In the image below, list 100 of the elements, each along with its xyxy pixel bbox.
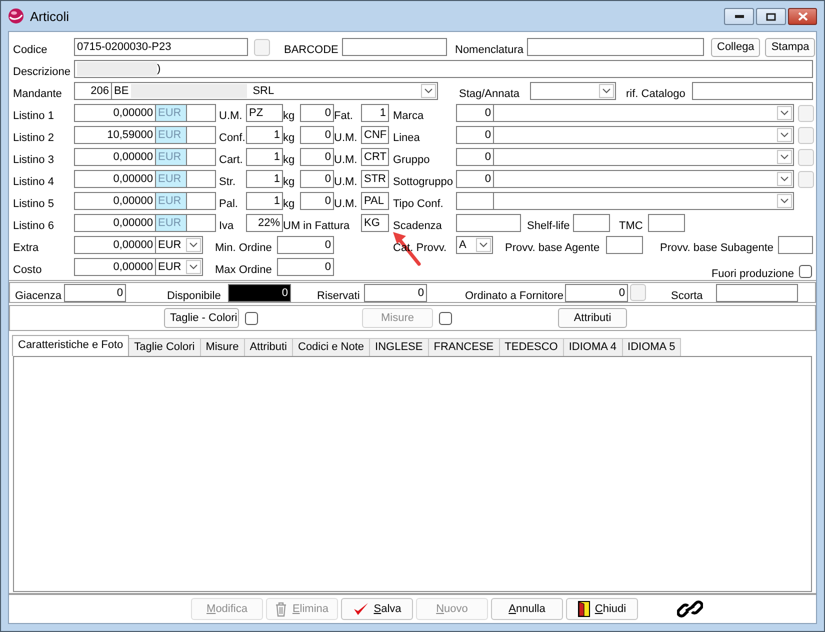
text-field[interactable] <box>187 126 216 144</box>
footer-button[interactable]: Salva <box>341 598 413 620</box>
field-label: Pal. <box>219 197 239 210</box>
text-field[interactable]: 0,00000 <box>74 214 156 232</box>
text-field[interactable]: 0 <box>277 258 334 276</box>
text-field[interactable]: ) <box>74 60 813 78</box>
section-button[interactable]: Taglie - Colori <box>164 308 239 328</box>
field-label: Gruppo <box>393 153 431 166</box>
tab[interactable]: IDIOMA 4 <box>562 338 623 356</box>
text-field[interactable]: 1 <box>246 148 283 166</box>
text-field[interactable]: 1 <box>361 104 389 122</box>
text-field[interactable] <box>778 236 813 254</box>
tab[interactable]: TEDESCO <box>498 338 564 356</box>
text-field[interactable]: 0 <box>565 284 628 302</box>
field-label: Sottogruppo <box>393 175 454 188</box>
tab[interactable]: Attributi <box>244 338 293 356</box>
text-field[interactable] <box>187 170 216 188</box>
text-field[interactable]: 0,00000 <box>74 236 156 254</box>
tab[interactable]: Caratteristiche e Foto <box>12 335 130 356</box>
tab[interactable]: FRANCESE <box>428 338 500 356</box>
text-field[interactable]: 0,00000 <box>74 104 156 122</box>
text-field[interactable]: 22% <box>246 214 283 232</box>
text-field[interactable]: 206 <box>74 82 112 100</box>
text-field[interactable]: PAL <box>361 192 389 210</box>
dropdown-field[interactable] <box>494 192 794 210</box>
dropdown-field[interactable]: EUR <box>156 236 203 254</box>
field-label: Fuori produzione <box>710 267 794 280</box>
field-label: Listino 4 <box>13 175 55 188</box>
text-field[interactable]: KG <box>361 214 389 232</box>
field-label: Str. <box>219 175 237 188</box>
text-field[interactable] <box>527 38 704 56</box>
checkbox[interactable] <box>245 312 258 324</box>
dropdown-field[interactable]: EUR <box>156 258 203 276</box>
text-field[interactable]: 0 <box>456 104 494 122</box>
text-field[interactable]: STR <box>361 170 389 188</box>
footer-button[interactable]: Chiudi <box>566 598 638 620</box>
text-field[interactable] <box>456 192 494 210</box>
text-field[interactable] <box>187 214 216 232</box>
text-field[interactable]: 0 <box>64 284 126 302</box>
tab[interactable]: IDIOMA 5 <box>622 338 682 356</box>
dropdown-field[interactable] <box>530 82 616 100</box>
text-field[interactable]: 0 <box>456 170 494 188</box>
field-label: Giacenza <box>15 288 62 302</box>
text-field[interactable] <box>456 214 521 232</box>
text-field[interactable] <box>187 192 216 210</box>
text-field[interactable]: 0,00000 <box>74 258 156 276</box>
app-logo-icon <box>8 8 24 24</box>
text-field[interactable]: PZ <box>246 104 283 122</box>
text-field[interactable] <box>187 104 216 122</box>
checkbox[interactable] <box>799 264 812 278</box>
tab[interactable]: INGLESE <box>369 338 429 356</box>
text-field[interactable]: 0 <box>300 104 334 122</box>
stampa-button[interactable]: Stampa <box>765 38 816 56</box>
text-field[interactable]: 0 <box>228 284 291 302</box>
text-field[interactable] <box>648 214 685 232</box>
text-field[interactable]: 0,00000 <box>74 192 156 210</box>
dropdown-field[interactable] <box>494 104 794 122</box>
text-field[interactable]: 0 <box>456 126 494 144</box>
field-label: Fat. <box>334 109 354 122</box>
text-field[interactable]: 0715-0200030-P23 <box>74 38 248 56</box>
link-icon[interactable] <box>677 598 703 620</box>
section-button[interactable]: Attributi <box>558 308 627 328</box>
dropdown-field[interactable] <box>494 170 794 188</box>
text-field[interactable]: 0 <box>456 148 494 166</box>
field-label: Listino 6 <box>13 219 55 232</box>
tab[interactable]: Taglie Colori <box>128 338 201 356</box>
footer-button[interactable]: Annulla <box>491 598 563 620</box>
text-field[interactable]: 0 <box>300 192 334 210</box>
dropdown-field[interactable] <box>494 126 794 144</box>
text-field[interactable]: 1 <box>246 126 283 144</box>
text-field[interactable]: 0 <box>300 170 334 188</box>
text-field[interactable]: 1 <box>246 170 283 188</box>
text-field[interactable]: 0 <box>300 148 334 166</box>
text-field[interactable] <box>342 38 447 56</box>
text-field[interactable]: 0,00000 <box>74 148 156 166</box>
field-label: Codice <box>13 43 48 56</box>
maximize-button[interactable] <box>756 8 786 25</box>
text-field[interactable]: 10,59000 <box>74 126 156 144</box>
text-field[interactable]: 1 <box>246 192 283 210</box>
close-button[interactable] <box>788 8 817 25</box>
text-field[interactable] <box>692 82 813 100</box>
minimize-button[interactable] <box>724 8 754 25</box>
tab[interactable]: Misure <box>200 338 245 356</box>
text-field[interactable] <box>716 284 798 302</box>
text-field[interactable]: CNF <box>361 126 389 144</box>
text-field[interactable] <box>187 148 216 166</box>
text-field[interactable]: 0 <box>277 236 334 254</box>
text-field[interactable]: CRT <box>361 148 389 166</box>
text-field[interactable] <box>573 214 610 232</box>
text-field[interactable]: 0,00000 <box>74 170 156 188</box>
dropdown-field[interactable]: BE SRL <box>112 82 438 100</box>
text-field[interactable] <box>606 236 643 254</box>
dropdown-field[interactable]: A <box>456 236 493 254</box>
dropdown-field[interactable] <box>494 148 794 166</box>
text-field[interactable]: 0 <box>364 284 427 302</box>
field-label: TMC <box>619 219 644 232</box>
field-label: Listino 2 <box>13 131 55 144</box>
text-field[interactable]: 0 <box>300 126 334 144</box>
tab[interactable]: Codici e Note <box>292 338 370 356</box>
collega-button[interactable]: Collega <box>711 38 760 56</box>
